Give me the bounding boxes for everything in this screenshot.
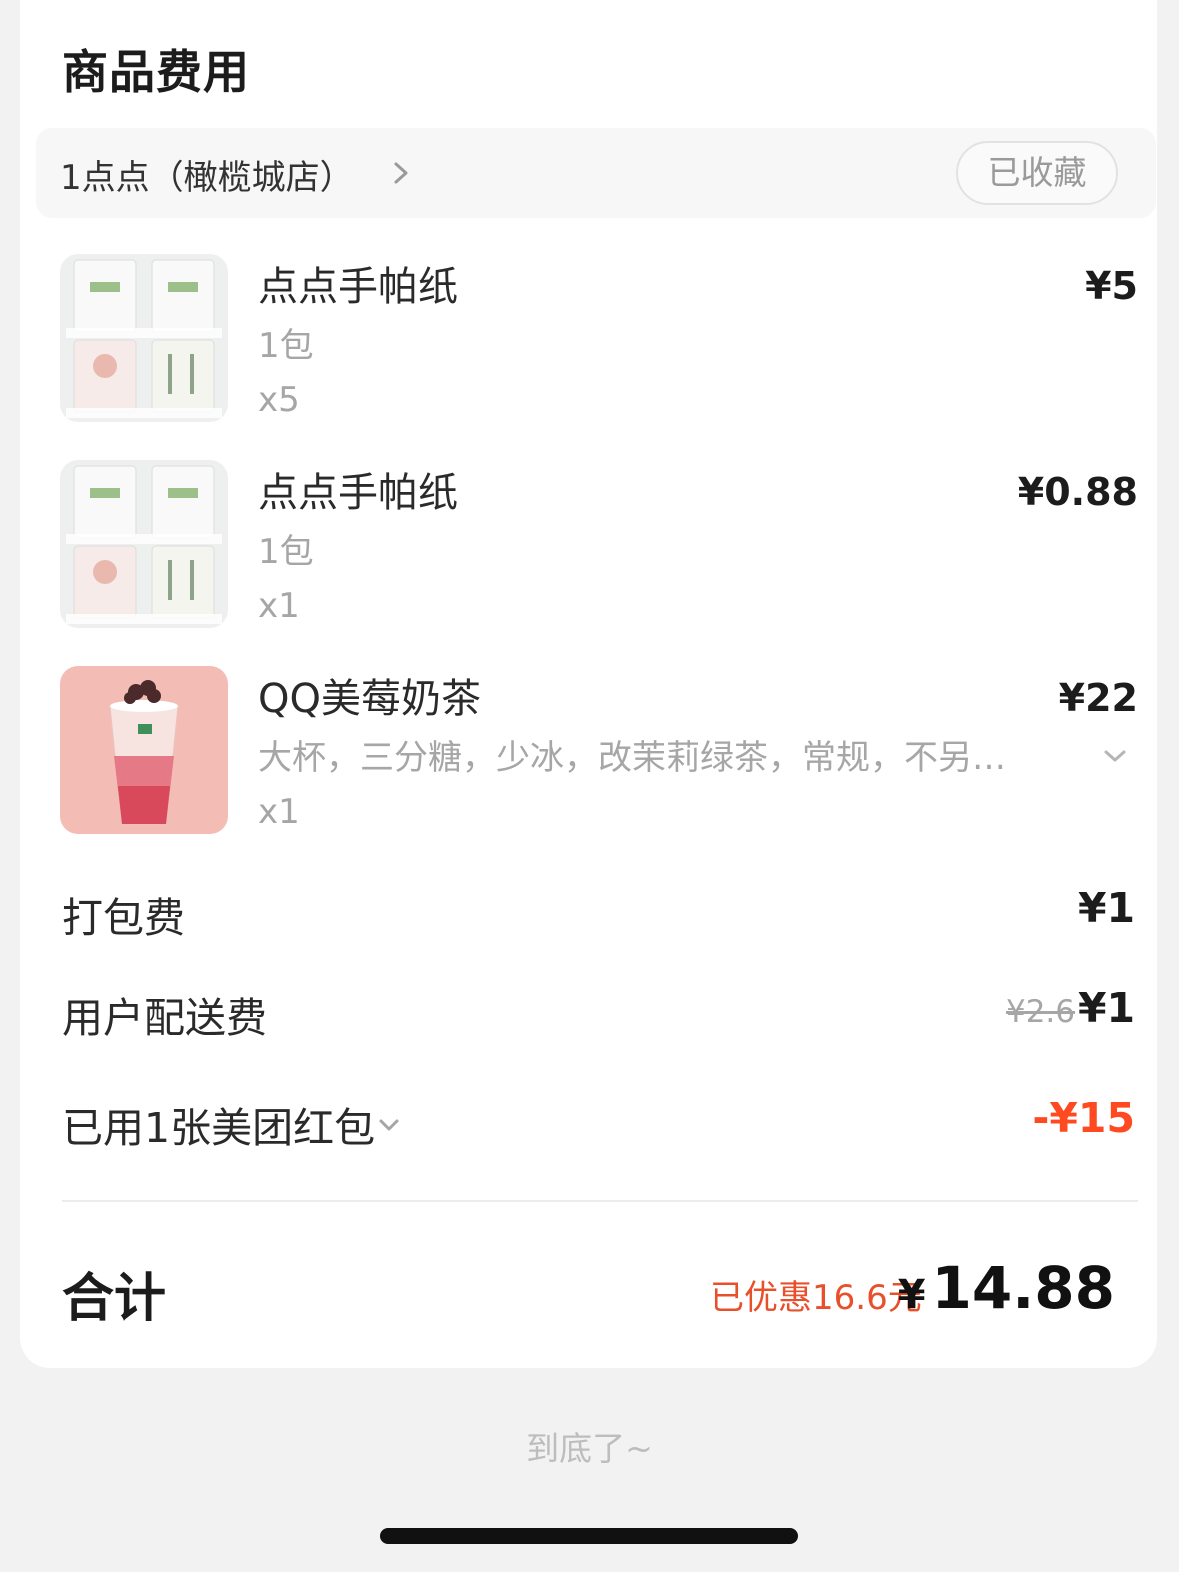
list-item[interactable]: QQ美莓奶茶 大杯，三分糖，少冰，改茉莉绿茶，常规，不另… x1 ¥22 [60,666,1140,836]
chevron-down-icon[interactable] [376,1116,402,1134]
saved-amount: 已优惠16.6元 [710,1278,922,1318]
store-bar[interactable]: 1点点（橄榄城店） 已收藏 [36,128,1156,218]
order-cost-card: 商品费用 1点点（橄榄城店） 已收藏 点点手帕纸 1包 x5 ¥5 点点手帕纸 … [20,0,1157,1368]
item-price: ¥0.88 [1017,470,1138,514]
chevron-down-icon[interactable] [1100,746,1130,766]
item-price: ¥22 [1058,676,1138,720]
delivery-fee-row: 用户配送费 ¥2.6 ¥1 [62,984,1135,1044]
end-of-list-text: 到底了~ [526,1429,653,1468]
coupon-label[interactable]: 已用1张美团红包 [62,1094,375,1154]
coupon-value: -¥15 [1032,1094,1135,1142]
item-spec: 1包 [258,326,314,366]
total-value: 14.88 [931,1254,1115,1322]
divider [62,1200,1138,1202]
item-name: 点点手帕纸 [258,470,458,516]
packaging-fee-value: ¥1 [1077,884,1135,932]
delivery-fee-label: 用户配送费 [62,994,267,1042]
total-currency: ¥ [897,1272,926,1318]
delivery-fee-value: ¥1 [1077,984,1135,1032]
favorite-button[interactable]: 已收藏 [956,141,1118,205]
delivery-fee-original: ¥2.6 [1005,994,1075,1030]
packaging-fee-row: 打包费 ¥1 [62,884,1135,944]
home-indicator[interactable] [380,1528,798,1544]
item-spec: 大杯，三分糖，少冰，改茉莉绿茶，常规，不另… [258,738,1006,778]
total-label: 合计 [62,1269,167,1329]
item-name: QQ美莓奶茶 [258,676,481,722]
item-spec: 1包 [258,532,314,572]
list-item[interactable]: 点点手帕纸 1包 x1 ¥0.88 [60,460,1140,630]
store-name[interactable]: 1点点（橄榄城店） [60,150,354,199]
item-name: 点点手帕纸 [258,264,458,310]
item-quantity: x5 [258,380,300,420]
item-price: ¥5 [1085,264,1138,308]
total-amount: ¥14.88 [898,1254,1115,1322]
strawberry-milk-tea-image [60,666,228,834]
packaging-fee-label: 打包费 [62,894,185,942]
list-item[interactable]: 点点手帕纸 1包 x5 ¥5 [60,254,1140,424]
coupon-row[interactable]: 已用1张美团红包 -¥15 [62,1094,1135,1154]
item-quantity: x1 [258,586,300,626]
tissue-pack-image [60,460,228,628]
tissue-pack-image [60,254,228,422]
chevron-right-icon [394,162,408,184]
section-title: 商品费用 [62,45,250,99]
item-quantity: x1 [258,792,300,832]
